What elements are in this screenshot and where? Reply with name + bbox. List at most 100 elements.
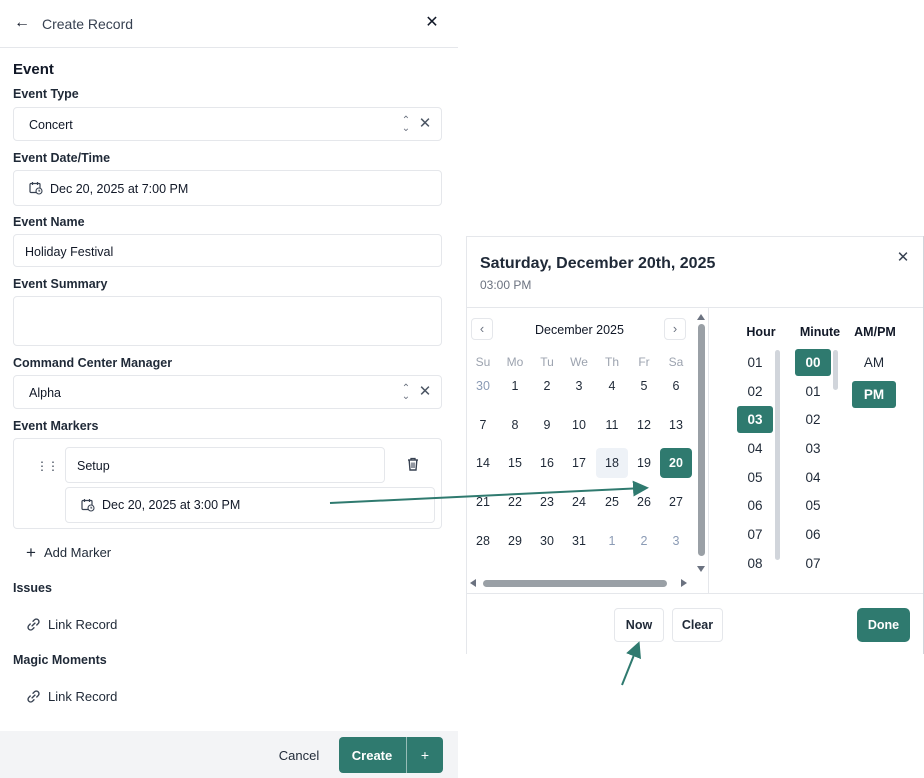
ampm-column-label: AM/PM	[854, 325, 896, 339]
hour-option[interactable]: 07	[737, 521, 773, 548]
calendar-day[interactable]: 30	[467, 371, 499, 401]
event-type-label: Event Type	[13, 87, 79, 101]
minute-option[interactable]: 00	[795, 349, 831, 376]
event-datetime-field[interactable]: Dec 20, 2025 at 7:00 PM	[13, 170, 442, 206]
chevron-left-icon[interactable]: ‹	[471, 318, 493, 340]
hour-option[interactable]: 08	[737, 550, 773, 577]
calendar-day[interactable]: 14	[467, 448, 499, 478]
marker-name-input[interactable]: Setup	[65, 447, 385, 483]
picker-title: Saturday, December 20th, 2025	[480, 255, 716, 272]
magic-moments-label: Magic Moments	[13, 653, 107, 667]
calendar-day[interactable]: 3	[660, 526, 692, 556]
minute-option[interactable]: 07	[795, 550, 831, 577]
event-summary-textarea[interactable]	[13, 296, 442, 346]
calendar-day[interactable]: 3	[563, 371, 595, 401]
calendar-day[interactable]: 23	[531, 487, 563, 517]
now-button[interactable]: Now	[614, 608, 664, 642]
clear-event-type-icon[interactable]: ✕	[418, 116, 432, 131]
calendar-day[interactable]: 7	[467, 410, 499, 440]
clear-manager-icon[interactable]: ✕	[418, 384, 432, 399]
minute-option[interactable]: 03	[795, 435, 831, 462]
drag-handle-icon[interactable]: ⋮⋮	[36, 459, 59, 473]
hour-option[interactable]: 03	[737, 406, 773, 433]
calendar-day[interactable]: 29	[499, 526, 531, 556]
weekday-label: Su	[475, 355, 491, 369]
hour-option[interactable]: 06	[737, 492, 773, 519]
calendar-day[interactable]: 26	[628, 487, 660, 517]
close-icon[interactable]: ✕	[423, 14, 441, 32]
calendar-day[interactable]: 17	[563, 448, 595, 478]
event-markers-label: Event Markers	[13, 419, 99, 433]
calendar-day[interactable]: 1	[596, 526, 628, 556]
weekday-label: Fr	[638, 355, 650, 369]
hour-option[interactable]: 05	[737, 464, 773, 491]
calendar-day[interactable]: 2	[531, 371, 563, 401]
calendar-clock-icon	[29, 182, 43, 195]
hour-scrollbar[interactable]	[775, 350, 780, 560]
event-name-label: Event Name	[13, 215, 85, 229]
hour-option[interactable]: 04	[737, 435, 773, 462]
calendar-day[interactable]: 19	[628, 448, 660, 478]
ampm-option[interactable]: AM	[852, 349, 896, 376]
marker-datetime-field[interactable]: Dec 20, 2025 at 3:00 PM	[65, 487, 435, 523]
calendar-day[interactable]: 27	[660, 487, 692, 517]
calendar-day[interactable]: 28	[467, 526, 499, 556]
event-datetime-value: Dec 20, 2025 at 7:00 PM	[50, 182, 189, 196]
hour-option[interactable]: 01	[737, 349, 773, 376]
issues-link-record-button[interactable]: Link Record	[26, 617, 117, 637]
calendar-day[interactable]: 24	[563, 487, 595, 517]
datetime-picker: Saturday, December 20th, 2025 03:00 PM ✕…	[466, 236, 924, 654]
calendar-day[interactable]: 15	[499, 448, 531, 478]
trash-icon[interactable]	[405, 456, 421, 472]
minute-option[interactable]: 05	[795, 492, 831, 519]
calendar-day[interactable]: 18	[596, 448, 628, 478]
calendar-day[interactable]: 9	[531, 410, 563, 440]
create-more-button[interactable]: +	[406, 737, 443, 773]
calendar-day[interactable]: 16	[531, 448, 563, 478]
chevron-up-down-icon[interactable]: ⌃ ⌄	[400, 384, 412, 402]
weekday-label: Th	[604, 355, 619, 369]
create-button[interactable]: Create	[339, 737, 405, 773]
calendar-day[interactable]: 12	[628, 410, 660, 440]
hour-column-label: Hour	[746, 325, 776, 339]
chevron-up-down-icon[interactable]: ⌃ ⌄	[400, 116, 412, 134]
hour-option[interactable]: 02	[737, 378, 773, 405]
calendar-day[interactable]: 20	[660, 448, 692, 478]
manager-select[interactable]: Alpha ⌃ ⌄ ✕	[13, 375, 442, 409]
clear-button[interactable]: Clear	[672, 608, 723, 642]
ampm-option[interactable]: PM	[852, 381, 896, 408]
event-name-input[interactable]: Holiday Festival	[13, 234, 442, 267]
calendar-horizontal-scrollbar[interactable]	[467, 576, 693, 590]
create-button-group: Create +	[339, 737, 443, 773]
add-marker-button[interactable]: + Add Marker	[26, 543, 111, 563]
arrow-left-icon[interactable]: ←	[14, 13, 34, 33]
calendar-day[interactable]: 21	[467, 487, 499, 517]
calendar-day[interactable]: 22	[499, 487, 531, 517]
calendar-day[interactable]: 31	[563, 526, 595, 556]
calendar-day[interactable]: 2	[628, 526, 660, 556]
calendar-day[interactable]: 1	[499, 371, 531, 401]
minute-option[interactable]: 02	[795, 406, 831, 433]
minute-option[interactable]: 04	[795, 464, 831, 491]
done-button[interactable]: Done	[857, 608, 910, 642]
event-type-select[interactable]: Concert ⌃ ⌄ ✕	[13, 107, 442, 141]
calendar-day[interactable]: 11	[596, 410, 628, 440]
minute-option[interactable]: 06	[795, 521, 831, 548]
calendar-vertical-scrollbar[interactable]	[696, 312, 706, 574]
chevron-right-icon[interactable]: ›	[664, 318, 686, 340]
calendar-day[interactable]: 6	[660, 371, 692, 401]
form-title: Create Record	[42, 16, 134, 32]
minute-option[interactable]: 01	[795, 378, 831, 405]
calendar-day[interactable]: 5	[628, 371, 660, 401]
minute-scrollbar[interactable]	[833, 350, 838, 390]
calendar-day[interactable]: 4	[596, 371, 628, 401]
event-summary-label: Event Summary	[13, 277, 108, 291]
calendar-day[interactable]: 25	[596, 487, 628, 517]
calendar-day[interactable]: 13	[660, 410, 692, 440]
calendar-day[interactable]: 30	[531, 526, 563, 556]
calendar-day[interactable]: 8	[499, 410, 531, 440]
cancel-button[interactable]: Cancel	[270, 741, 328, 769]
magic-moments-link-record-button[interactable]: Link Record	[26, 689, 117, 709]
calendar-day[interactable]: 10	[563, 410, 595, 440]
close-icon[interactable]: ✕	[895, 250, 911, 266]
